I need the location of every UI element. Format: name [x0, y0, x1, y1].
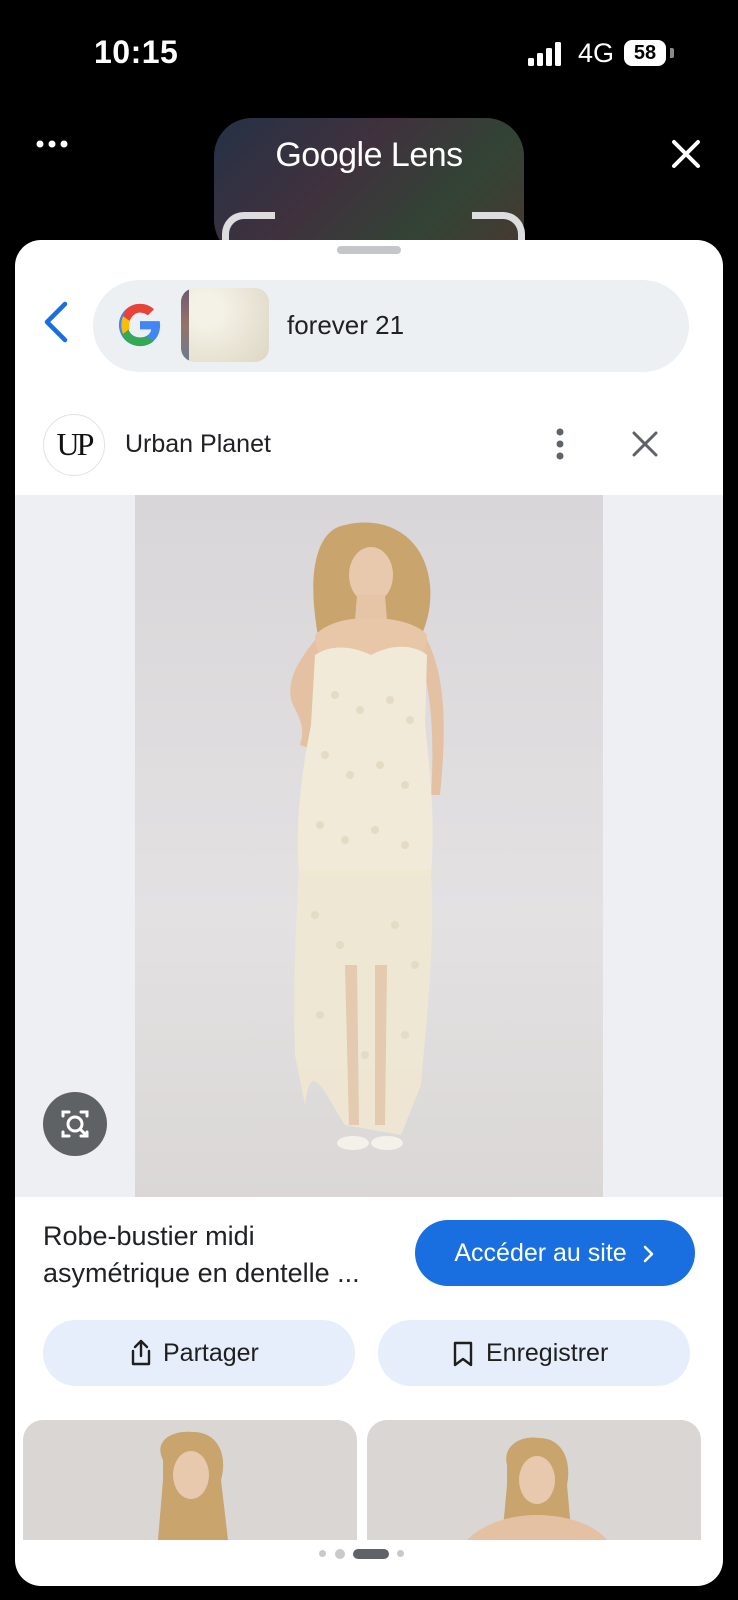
chevron-right-icon	[643, 1245, 653, 1263]
google-logo-icon	[118, 303, 161, 347]
search-query[interactable]: forever 21	[287, 310, 404, 341]
status-bar: 10:15 4G 58	[0, 0, 738, 100]
page-dot[interactable]	[397, 1550, 404, 1557]
signal-icon	[528, 42, 561, 66]
more-vertical-icon[interactable]	[545, 424, 575, 464]
back-button[interactable]	[37, 298, 77, 348]
bookmark-icon	[453, 1341, 473, 1367]
related-result-card[interactable]	[367, 1420, 701, 1540]
visit-site-label: Accéder au site	[454, 1239, 627, 1267]
results-sheet: forever 21 UP Urban Planet Robe-bustier …	[15, 240, 723, 1586]
page-dot[interactable]	[319, 1550, 326, 1557]
save-button[interactable]: Enregistrer	[378, 1320, 690, 1386]
status-time: 10:15	[94, 34, 179, 70]
product-title[interactable]: Robe-bustier midi asymétrique en dentell…	[43, 1218, 403, 1292]
close-result-icon[interactable]	[629, 428, 661, 460]
product-image-area	[15, 495, 723, 1197]
page-title: Google Lens	[275, 136, 463, 174]
pagination-dots	[319, 1546, 419, 1562]
battery-icon: 58	[624, 40, 666, 66]
related-result-card[interactable]	[23, 1420, 357, 1540]
source-logo: UP	[43, 414, 105, 476]
battery-tip	[670, 48, 674, 58]
product-photo[interactable]	[135, 495, 603, 1197]
share-icon	[131, 1339, 151, 1366]
visit-site-button[interactable]: Accéder au site	[415, 1220, 695, 1286]
sheet-drag-handle[interactable]	[337, 246, 401, 254]
close-icon[interactable]	[666, 134, 706, 174]
query-image-thumbnail[interactable]	[181, 288, 269, 362]
page-dot-active[interactable]	[353, 1549, 389, 1559]
network-type: 4G	[578, 38, 615, 68]
lens-camera-icon	[61, 1110, 89, 1138]
page-dot[interactable]	[335, 1549, 345, 1559]
search-bar[interactable]: forever 21	[93, 280, 689, 372]
source-name[interactable]: Urban Planet	[125, 430, 271, 459]
source-row: UP Urban Planet	[15, 408, 723, 486]
save-label: Enregistrer	[486, 1339, 609, 1367]
share-label: Partager	[163, 1339, 259, 1367]
share-button[interactable]: Partager	[43, 1320, 355, 1386]
lens-search-button[interactable]	[43, 1092, 107, 1156]
